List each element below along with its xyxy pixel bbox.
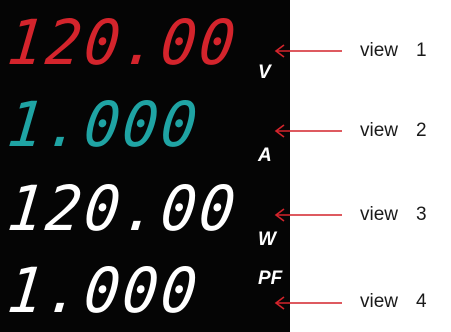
caption-label: view	[360, 120, 399, 141]
arrow-left-icon	[274, 296, 342, 310]
caption-view-2: view 2	[360, 120, 427, 142]
caption-view-4: view 4	[360, 291, 427, 313]
caption-view-3: view 3	[360, 204, 427, 226]
caption-label: view	[360, 291, 399, 312]
caption-view-1: view 1	[360, 40, 427, 62]
power-factor-unit: PF	[258, 268, 283, 289]
caption-number: 4	[416, 291, 427, 312]
voltage-reading: 120.00	[4, 6, 242, 79]
current-reading: 1.000	[4, 88, 204, 161]
caption-number: 1	[416, 40, 427, 61]
caption-label: view	[360, 40, 399, 61]
arrow-left-icon	[274, 44, 342, 58]
power-unit: W	[258, 229, 276, 250]
power-reading: 120.00	[4, 172, 242, 245]
caption-number: 2	[416, 120, 427, 141]
arrow-left-icon	[274, 124, 342, 138]
caption-label: view	[360, 204, 399, 225]
current-unit: A	[258, 145, 272, 166]
voltage-unit: V	[258, 62, 271, 83]
arrow-left-icon	[274, 208, 342, 222]
meter-diagram: 120.00 V view 1 1.000 A view 2 120.00 W vi…	[0, 0, 451, 332]
power-factor-reading: 1.000	[4, 254, 204, 327]
caption-number: 3	[416, 204, 427, 225]
